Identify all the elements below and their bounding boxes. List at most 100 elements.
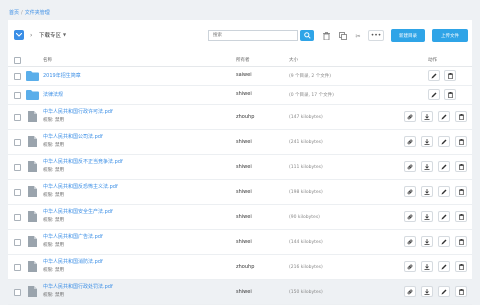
edit-button[interactable] (438, 136, 450, 147)
more-button[interactable]: ••• (368, 30, 384, 41)
download-button[interactable] (421, 211, 433, 222)
row-checkbox[interactable] (14, 73, 21, 80)
trash-icon[interactable] (321, 31, 331, 41)
link-button[interactable] (404, 186, 416, 197)
delete-button[interactable] (455, 136, 467, 147)
folder-tree-toggle[interactable] (14, 30, 24, 40)
owner: shiwei (236, 139, 252, 145)
folder-name[interactable]: 2019年招生简章 (43, 72, 81, 79)
edit-button[interactable] (438, 261, 450, 272)
edit-button[interactable] (438, 211, 450, 222)
link-button[interactable] (404, 286, 416, 297)
owner: shiwei (236, 214, 252, 220)
file-row[interactable]: 中华人民共和国行政处罚法.pdf 权限: 禁用 shiwei (150 kilobyt… (8, 280, 472, 305)
delete-button[interactable] (455, 161, 467, 172)
file-permission: 权限: 禁用 (43, 118, 64, 123)
delete-button[interactable] (455, 211, 467, 222)
caret-down-icon[interactable]: ▼ (63, 32, 66, 37)
file-name[interactable]: 中华人民共和国消防法.pdf (43, 258, 103, 265)
current-folder-name[interactable]: 下载专区 (39, 31, 61, 39)
row-checkbox[interactable] (14, 214, 21, 221)
row-checkbox[interactable] (14, 92, 21, 99)
row-checkbox[interactable] (14, 239, 21, 246)
edit-icon (431, 92, 437, 98)
delete-button[interactable] (444, 70, 456, 81)
download-button[interactable] (421, 136, 433, 147)
edit-icon (441, 164, 447, 170)
copy-icon[interactable] (338, 31, 348, 41)
edit-button[interactable] (438, 111, 450, 122)
download-button[interactable] (421, 186, 433, 197)
owner: shiwei (236, 189, 252, 195)
breadcrumb: 首页 / 文件夹管理 (9, 9, 50, 16)
delete-button[interactable] (455, 261, 467, 272)
delete-button[interactable] (455, 111, 467, 122)
file-row[interactable]: 中华人民共和国反恐怖主义法.pdf 权限: 禁用 shiwei (198 kiloby… (8, 180, 472, 205)
link-button[interactable] (404, 161, 416, 172)
link-button[interactable] (404, 211, 416, 222)
file-row[interactable]: 中华人民共和国反不正当竞争法.pdf 权限: 禁用 shiwei (111 kilob… (8, 155, 472, 180)
header-size[interactable]: 大小 (289, 57, 298, 63)
row-checkbox[interactable] (14, 139, 21, 146)
file-row[interactable]: 中华人民共和国消防法.pdf 权限: 禁用 zhouhp (216 kilobytes… (8, 255, 472, 280)
header-name[interactable]: 名称 (43, 57, 52, 63)
edit-button[interactable] (428, 89, 440, 100)
file-name[interactable]: 中华人民共和国反不正当竞争法.pdf (43, 158, 123, 165)
download-icon (424, 138, 430, 145)
file-name[interactable]: 中华人民共和国公司法.pdf (43, 133, 103, 140)
folder-row[interactable]: 2019年招生简章 saiwei (9 个目录, 2 个文件) (8, 67, 472, 86)
row-checkbox[interactable] (14, 189, 21, 196)
link-button[interactable] (404, 261, 416, 272)
link-button[interactable] (404, 111, 416, 122)
download-button[interactable] (421, 161, 433, 172)
row-checkbox[interactable] (14, 114, 21, 121)
link-button[interactable] (404, 236, 416, 247)
header-owner[interactable]: 所有者 (236, 57, 250, 63)
delete-button[interactable] (444, 89, 456, 100)
folder-row[interactable]: 法律法规 shiwei (0 个目录, 17 个文件) (8, 86, 472, 105)
edit-button[interactable] (438, 161, 450, 172)
upload-file-button[interactable]: 上传文件 (432, 29, 468, 42)
download-button[interactable] (421, 236, 433, 247)
delete-icon (447, 91, 453, 98)
search-input[interactable] (208, 30, 298, 41)
scissors-icon[interactable]: ✂ (353, 31, 363, 41)
file-row[interactable]: 中华人民共和国广告法.pdf 权限: 禁用 shiwei (144 kilobytes… (8, 230, 472, 255)
toolbar: › 下载专区 ▼ ✂ ••• 新建目录 上传文件 (8, 20, 472, 50)
edit-icon (441, 114, 447, 120)
breadcrumb-current[interactable]: 文件夹管理 (25, 10, 50, 16)
edit-icon (441, 214, 447, 220)
row-checkbox[interactable] (14, 164, 21, 171)
delete-button[interactable] (455, 236, 467, 247)
select-all-checkbox[interactable] (14, 57, 21, 64)
file-row[interactable]: 中华人民共和国行政许可法.pdf 权限: 禁用 zhouhp (147 kilobyt… (8, 105, 472, 130)
folder-icon (26, 71, 39, 81)
download-button[interactable] (421, 286, 433, 297)
header-actions: 动作 (428, 58, 437, 63)
link-button[interactable] (404, 136, 416, 147)
breadcrumb-home[interactable]: 首页 (9, 10, 19, 16)
file-name[interactable]: 中华人民共和国行政许可法.pdf (43, 108, 113, 115)
size: (150 kilobytes) (289, 290, 323, 295)
delete-button[interactable] (455, 286, 467, 297)
search-button[interactable] (300, 30, 314, 41)
delete-button[interactable] (455, 186, 467, 197)
delete-icon (458, 238, 464, 245)
row-checkbox[interactable] (14, 289, 21, 296)
new-folder-button[interactable]: 新建目录 (391, 29, 425, 42)
edit-button[interactable] (438, 286, 450, 297)
file-name[interactable]: 中华人民共和国安全生产法.pdf (43, 208, 113, 215)
file-name[interactable]: 中华人民共和国广告法.pdf (43, 233, 103, 240)
edit-button[interactable] (428, 70, 440, 81)
file-name[interactable]: 中华人民共和国反恐怖主义法.pdf (43, 183, 118, 190)
delete-icon (458, 138, 464, 145)
edit-button[interactable] (438, 236, 450, 247)
file-row[interactable]: 中华人民共和国安全生产法.pdf 权限: 禁用 shiwei (90 kilobyte… (8, 205, 472, 230)
download-button[interactable] (421, 111, 433, 122)
download-button[interactable] (421, 261, 433, 272)
edit-button[interactable] (438, 186, 450, 197)
delete-icon (458, 288, 464, 295)
folder-name[interactable]: 法律法规 (43, 91, 63, 98)
file-row[interactable]: 中华人民共和国公司法.pdf 权限: 禁用 shiwei (241 kilobytes… (8, 130, 472, 155)
file-name[interactable]: 中华人民共和国行政处罚法.pdf (43, 283, 113, 290)
